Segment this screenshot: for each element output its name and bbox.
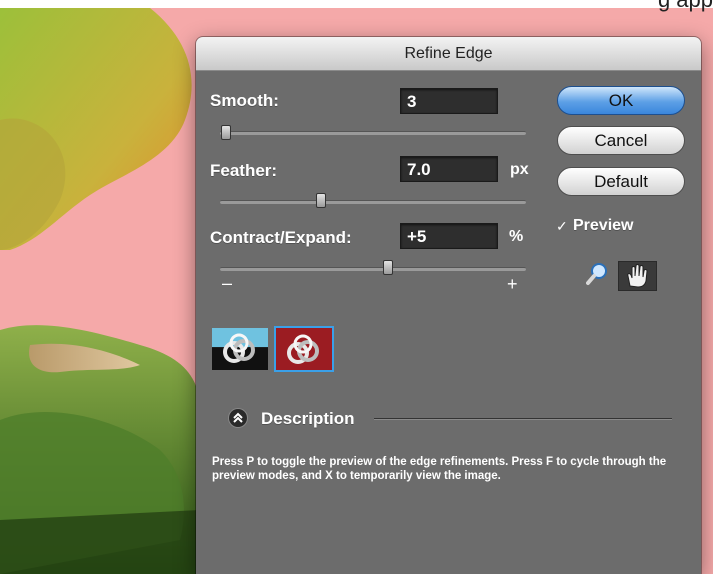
zoom-tool-icon[interactable] xyxy=(586,262,610,286)
default-button[interactable]: Default xyxy=(557,167,685,196)
hand-tool-button[interactable] xyxy=(618,261,657,291)
description-heading: Description xyxy=(261,409,355,428)
contract-expand-input[interactable]: +5 xyxy=(400,223,498,249)
smooth-slider-track[interactable] xyxy=(220,131,526,135)
smooth-slider-thumb[interactable] xyxy=(221,125,232,140)
disclosure-chevron-up-icon xyxy=(233,412,243,423)
contract-expand-unit: % xyxy=(509,228,524,245)
view-mode-on-black-icon xyxy=(223,333,255,363)
preview-checkbox[interactable]: ✓ Preview xyxy=(556,217,656,237)
contract-expand-slider-track[interactable] xyxy=(220,267,526,271)
checkmark-icon: ✓ xyxy=(556,218,568,234)
contract-min-symbol: – xyxy=(222,273,233,293)
preview-label: Preview xyxy=(573,217,634,234)
contract-expand-slider-thumb[interactable] xyxy=(383,260,394,275)
contract-expand-label: Contract/Expand: xyxy=(210,228,352,247)
ok-button[interactable]: OK xyxy=(557,86,685,115)
description-disclosure-button[interactable] xyxy=(229,409,247,427)
feather-slider-track[interactable] xyxy=(220,200,526,204)
expand-max-symbol: + xyxy=(507,274,518,294)
clipped-background-text: g app xyxy=(658,0,713,13)
feather-input[interactable]: 7.0 xyxy=(400,156,498,182)
description-text: Press P to toggle the preview of the edg… xyxy=(212,456,667,482)
feather-label: Feather: xyxy=(210,161,278,180)
cancel-button[interactable]: Cancel xyxy=(557,126,685,155)
smooth-input[interactable]: 3 xyxy=(400,88,498,114)
refine-edge-dialog: Refine Edge Smooth: 3 Feather: 7.0 px Co… xyxy=(196,37,701,574)
smooth-label: Smooth: xyxy=(210,91,279,110)
description-divider xyxy=(374,418,672,420)
view-mode-on-black[interactable] xyxy=(212,328,268,370)
feather-slider-thumb[interactable] xyxy=(315,193,326,208)
view-mode-on-red[interactable] xyxy=(274,326,334,372)
view-mode-on-red-icon xyxy=(287,334,319,364)
hand-tool-icon xyxy=(627,264,648,288)
dialog-title: Refine Edge xyxy=(196,37,701,71)
feather-unit: px xyxy=(510,161,529,178)
